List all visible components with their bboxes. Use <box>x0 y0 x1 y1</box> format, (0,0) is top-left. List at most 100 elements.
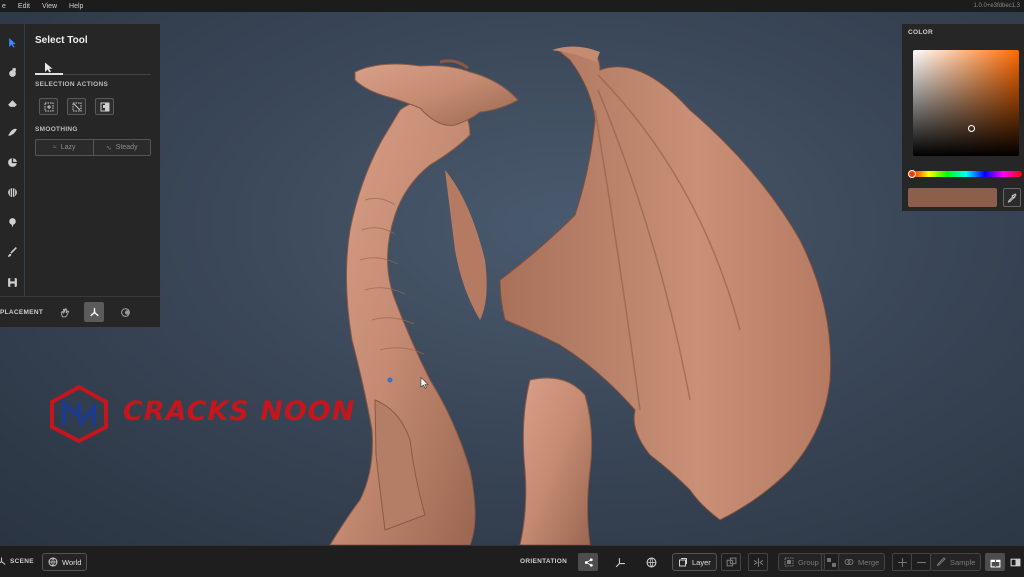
clay-brush-icon <box>7 157 17 167</box>
menu-edit[interactable]: Edit <box>12 3 36 10</box>
hue-slider-handle[interactable] <box>908 170 916 178</box>
steady-label: Steady <box>115 144 138 151</box>
merge-button[interactable]: Merge <box>838 553 886 571</box>
add-button[interactable] <box>892 553 912 571</box>
placement-orbit-button[interactable] <box>115 302 135 322</box>
axis-gizmo-icon <box>89 307 99 316</box>
merge-icon <box>844 559 854 565</box>
selection-actions-label: SELECTION ACTIONS <box>35 81 109 88</box>
minus-icon <box>916 561 926 563</box>
inflate-brush-icon <box>7 187 17 197</box>
eraser-icon <box>7 99 17 107</box>
menu-view[interactable]: View <box>36 3 63 10</box>
view-mode-button[interactable] <box>985 553 1005 571</box>
sample-eyedropper-icon <box>936 557 946 567</box>
select-all-icon <box>44 102 53 111</box>
world-label: World <box>62 557 82 567</box>
select-all-button[interactable] <box>39 98 58 115</box>
eraser-tool-button[interactable] <box>4 94 20 110</box>
deselect-icon <box>72 102 81 111</box>
plus-icon <box>897 557 907 567</box>
duplicate-icon <box>726 557 736 566</box>
pin-tool-button[interactable] <box>4 214 20 230</box>
hue-slider[interactable] <box>910 171 1022 177</box>
group-icon <box>784 557 794 567</box>
ungroup-icon <box>826 557 836 567</box>
tool-sidebar <box>0 24 24 296</box>
layer-label: Layer <box>692 557 711 567</box>
smoothing-toggle: ≈ Lazy ∿ Steady <box>35 139 151 156</box>
orbit-icon <box>120 307 130 317</box>
eyedropper-button[interactable] <box>1003 188 1021 207</box>
mirror-button[interactable] <box>748 553 768 571</box>
world-space-button[interactable]: World <box>42 553 88 571</box>
deselect-button[interactable] <box>67 98 86 115</box>
merge-label: Merge <box>858 557 880 567</box>
lazy-label: Lazy <box>60 144 76 151</box>
placement-bar: PLACEMENT <box>0 296 160 327</box>
mirror-icon <box>753 557 763 567</box>
mouse-cursor-icon <box>420 377 429 389</box>
layer-button[interactable]: Layer <box>672 553 717 571</box>
group-button[interactable]: Group <box>778 553 825 571</box>
orientation-pivot-button[interactable] <box>578 553 598 571</box>
duplicate-button[interactable] <box>721 553 741 571</box>
panel-title: Select Tool <box>35 35 88 46</box>
subtract-button[interactable] <box>911 553 931 571</box>
save-button[interactable] <box>4 274 20 290</box>
inflate-tool-button[interactable] <box>4 184 20 200</box>
pivot-nodes-icon <box>584 557 593 567</box>
placement-hand-button[interactable] <box>54 302 74 322</box>
select-arrow-icon <box>8 37 16 47</box>
scene-label: SCENE <box>10 558 34 565</box>
hand-icon <box>60 307 69 317</box>
selection-actions <box>39 98 114 115</box>
tab-active-indicator <box>35 73 63 75</box>
brush-tool-button[interactable] <box>4 244 20 260</box>
smoothing-steady-option[interactable]: ∿ Steady <box>92 140 151 155</box>
axis-icon <box>615 557 625 567</box>
color-panel: COLOR <box>902 24 1024 211</box>
steady-icon: ∿ <box>105 144 112 152</box>
version-label: 1.0.0+e3fdbec1.3 <box>973 3 1020 9</box>
paint-tool-button[interactable] <box>4 64 20 80</box>
menu-help[interactable]: Help <box>63 3 89 10</box>
sample-button[interactable]: Sample <box>930 553 982 571</box>
eyedropper-icon <box>1007 192 1017 203</box>
pin-icon <box>8 217 16 227</box>
current-color-swatch[interactable] <box>908 188 997 207</box>
select-tool-panel: Select Tool SELECTION ACTIONS SMOOTHING … <box>25 24 160 296</box>
clay-tool-button[interactable] <box>4 154 20 170</box>
gift-box-icon <box>990 559 1000 567</box>
orientation-axis-button[interactable] <box>610 553 630 571</box>
placement-label: PLACEMENT <box>0 309 44 316</box>
sv-picker-handle[interactable] <box>968 125 975 132</box>
save-disk-icon <box>7 277 17 287</box>
select-tool-button[interactable] <box>4 34 20 50</box>
invert-selection-button[interactable] <box>95 98 114 115</box>
lazy-icon: ≈ <box>52 144 57 151</box>
scene-icon <box>0 557 6 565</box>
orientation-label: ORIENTATION <box>520 558 568 565</box>
smooth-brush-icon <box>7 128 17 136</box>
menu-bar: e Edit View Help 1.0.0+e3fdbec1.3 <box>0 0 1024 12</box>
saturation-value-picker[interactable] <box>913 50 1019 156</box>
smooth-tool-button[interactable] <box>4 124 20 140</box>
globe-orientation-icon <box>646 557 656 567</box>
smoothing-lazy-option[interactable]: ≈ Lazy <box>36 140 93 155</box>
color-title: COLOR <box>908 29 933 36</box>
bottom-toolbar: SCENE World ORIENTATION Layer Group Merg… <box>0 545 1024 577</box>
invert-selection-icon <box>100 102 109 111</box>
globe-icon <box>48 557 58 567</box>
watermark-text: CRACKS NOON <box>123 396 356 427</box>
menu-file[interactable]: e <box>0 3 12 10</box>
paint-blob-icon <box>8 67 16 77</box>
smoothing-label: SMOOTHING <box>35 126 78 133</box>
layer-icon <box>679 558 687 567</box>
orientation-world-button[interactable] <box>641 553 661 571</box>
panel-toggle-icon <box>1010 558 1020 566</box>
group-label: Group <box>798 557 819 567</box>
sample-label: Sample <box>950 557 976 567</box>
panel-toggle-button[interactable] <box>1005 553 1024 571</box>
placement-gizmo-button[interactable] <box>84 302 104 322</box>
